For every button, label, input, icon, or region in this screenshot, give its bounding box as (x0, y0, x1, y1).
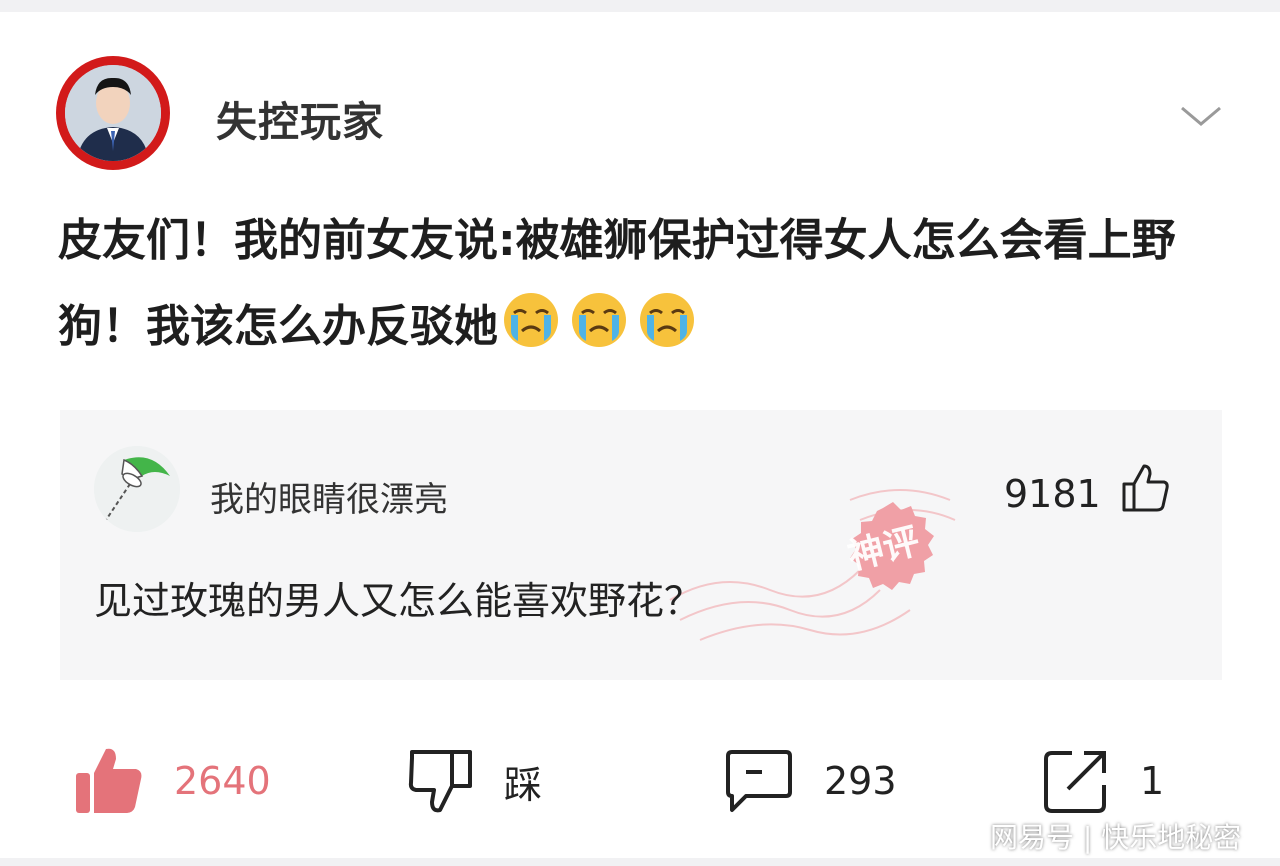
like-button[interactable]: 2640 (74, 738, 271, 824)
crying-face-icon (504, 293, 558, 347)
like-count: 2640 (174, 759, 271, 803)
author-avatar[interactable] (56, 56, 170, 170)
umbrella-avatar-icon (94, 446, 180, 532)
post-card: 失控玩家 皮友们！我的前女友说:被雄狮保护过得女人怎么会看上野狗！我该怎么办反驳… (0, 12, 1280, 858)
dislike-button[interactable]: 踩 (408, 738, 542, 824)
author-name[interactable]: 失控玩家 (216, 88, 384, 148)
crying-face-icon (572, 293, 626, 347)
author-avatar-image (65, 65, 161, 161)
emoji-group (502, 291, 696, 349)
share-count: 1 (1140, 759, 1165, 803)
post-text: 皮友们！我的前女友说:被雄狮保护过得女人怎么会看上野狗！我该怎么办反驳她 (58, 198, 1228, 370)
chevron-down-icon[interactable] (1178, 102, 1224, 130)
comment-bubble-icon (726, 750, 792, 812)
thumbs-up-icon[interactable] (1120, 462, 1170, 514)
comment-text: 见过玫瑰的男人又怎么能喜欢野花？ (94, 579, 703, 623)
comment-button[interactable]: 293 (724, 738, 897, 824)
source-watermark: 网易号 | 快乐地秘密 (990, 821, 1242, 854)
comment-like-count: 9181 (1004, 472, 1101, 516)
crying-face-icon (640, 293, 694, 347)
thumbs-down-icon (408, 750, 472, 813)
commenter-avatar[interactable] (94, 446, 180, 532)
hot-comment[interactable]: 神评 我的眼睛很漂亮 9181 见过玫瑰的男人又怎么能喜欢野花？ (60, 410, 1222, 680)
share-icon (1044, 751, 1106, 813)
share-button[interactable]: 1 (1042, 738, 1164, 824)
commenter-name[interactable]: 我的眼睛很漂亮 (210, 472, 448, 521)
thumbs-up-filled-icon (76, 748, 142, 813)
comment-count: 293 (824, 759, 897, 803)
dislike-label: 踩 (504, 762, 543, 807)
